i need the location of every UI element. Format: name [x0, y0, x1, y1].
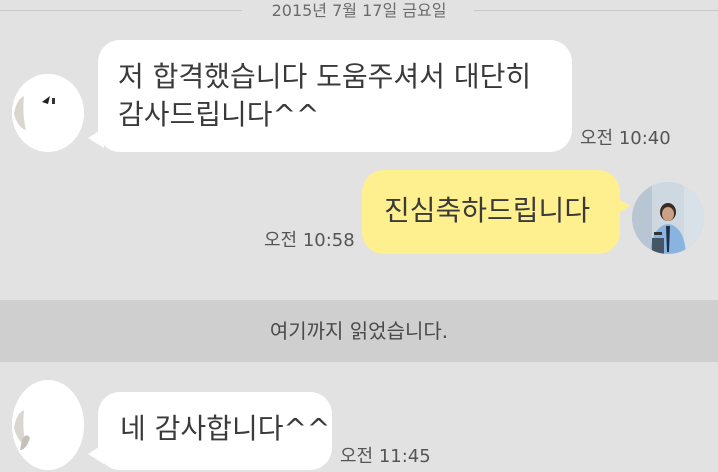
bubble-tail [614, 196, 630, 216]
date-separator: 2015년 7월 17일 금요일 [0, 0, 718, 22]
message-time: 오전 10:58 [264, 230, 355, 251]
read-marker-bar: 여기까지 읽었습니다. [0, 300, 718, 362]
message-time: 오전 11:45 [340, 446, 431, 467]
message-time: 오전 10:40 [580, 128, 671, 149]
my-avatar[interactable] [632, 182, 704, 254]
sender-avatar[interactable] [12, 74, 84, 152]
message-bubble-received[interactable]: 저 합격했습니다 도움주셔서 대단히 감사드립니다^^ [98, 40, 572, 152]
profile-photo-icon [632, 182, 704, 254]
message-text-line: 저 합격했습니다 도움주셔서 대단히 [118, 60, 532, 93]
read-marker-label: 여기까지 읽었습니다. [269, 319, 449, 343]
avatar-image-icon [12, 74, 84, 152]
message-bubble-sent[interactable]: 진심축하드립니다 [362, 170, 620, 254]
date-label: 2015년 7월 17일 금요일 [271, 1, 447, 20]
message-bubble-received[interactable]: 네 감사합니다^^ [98, 392, 332, 470]
avatar-image-icon [12, 380, 84, 470]
message-text-line: 감사드립니다^^ [118, 98, 320, 131]
message-text: 진심축하드립니다 [384, 194, 591, 227]
message-text: 네 감사합니다^^ [120, 412, 331, 445]
sender-avatar[interactable] [12, 380, 84, 470]
